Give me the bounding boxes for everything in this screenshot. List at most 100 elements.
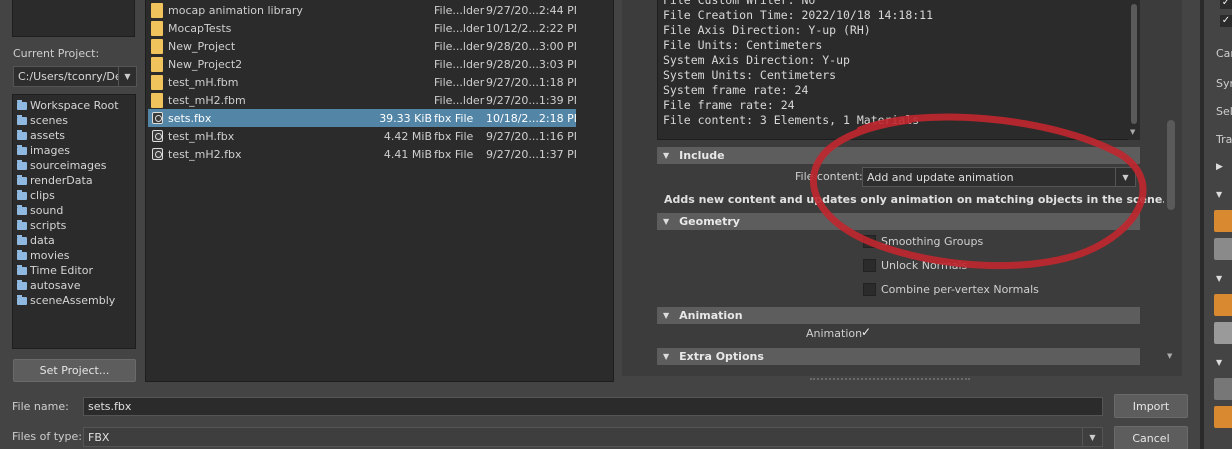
play-icon[interactable]: ▶	[1216, 162, 1223, 172]
scroll-thumb[interactable]	[1131, 4, 1137, 124]
geometry-section-header[interactable]: ▼ Geometry	[657, 213, 1140, 230]
folder-icon	[17, 144, 27, 155]
checkbox[interactable]: ✓	[1220, 0, 1232, 9]
collapse-triangle-icon: ▼	[663, 352, 670, 361]
tree-item[interactable]: renderData	[13, 173, 135, 188]
file-name-label: File name:	[12, 400, 69, 413]
chevron-down-icon[interactable]: ▼	[1082, 428, 1102, 446]
combine-normals-checkbox[interactable]	[863, 283, 876, 296]
tree-item[interactable]: movies	[13, 248, 135, 263]
animation-option-label: Animation	[806, 327, 863, 340]
collapse-triangle-icon[interactable]: ▼	[1216, 358, 1222, 367]
curve-icon[interactable]	[1214, 378, 1232, 400]
cube-icon[interactable]	[1214, 210, 1232, 232]
chevron-down-icon[interactable]: ▼	[1115, 168, 1135, 186]
tree-item[interactable]: data	[13, 233, 135, 248]
unlock-normals-label: Unlock Normals	[881, 259, 968, 272]
folder-icon	[17, 174, 27, 185]
scroll-down-icon[interactable]: ▼	[1167, 352, 1172, 360]
checkbox[interactable]: ✓	[1220, 15, 1232, 27]
tree-item[interactable]: sceneAssembly	[13, 293, 135, 308]
tree-item[interactable]: sourceimages	[13, 158, 135, 173]
folder-icon	[17, 159, 27, 170]
current-project-select[interactable]: C:/Users/tconry/De ▼	[13, 66, 137, 87]
folder-icon	[17, 204, 27, 215]
fbx-file-icon	[151, 112, 163, 124]
grid-icon[interactable]	[1214, 238, 1232, 260]
file-content-label: File content:	[795, 170, 863, 183]
folder-icon	[151, 92, 163, 108]
tree-item[interactable]: scripts	[13, 218, 135, 233]
info-line: File frame rate: 24	[663, 98, 795, 112]
tree-item[interactable]: Time Editor	[13, 263, 135, 278]
smoothing-groups-label: Smoothing Groups	[881, 235, 984, 248]
folder-icon	[17, 234, 27, 245]
extra-options-section-header[interactable]: ▼ Extra Options	[657, 348, 1140, 365]
tree-item[interactable]: sound	[13, 203, 135, 218]
fbx-file-icon	[151, 130, 163, 142]
info-line: File Creation Time: 2022/10/18 14:18:11	[663, 8, 934, 22]
info-line: File Axis Direction: Y-up (RH)	[663, 23, 871, 37]
folder-icon	[17, 129, 27, 140]
file-name-input[interactable]: sets.fbx	[83, 397, 1103, 416]
project-folder-tree[interactable]: Workspace Root scenes assets images sour…	[12, 94, 136, 349]
include-note: Adds new content and updates only animat…	[664, 193, 1167, 206]
file-row[interactable]: test_mH2.fbm File...lder 9/27/20...1:39 …	[148, 91, 576, 109]
tree-item[interactable]: clips	[13, 188, 135, 203]
chevron-down-icon[interactable]: ▼	[118, 67, 136, 86]
scroll-down-icon[interactable]: ▼	[1130, 128, 1135, 136]
set-project-button[interactable]: Set Project...	[13, 359, 136, 382]
file-row[interactable]: New_Project2 File...lder 9/28/20...3:03 …	[148, 55, 576, 73]
info-line: File Custom Writer: No	[663, 0, 816, 7]
collapse-triangle-icon[interactable]: ▼	[1216, 190, 1222, 199]
info-line: System Axis Direction: Y-up	[663, 53, 850, 67]
tree-item[interactable]: images	[13, 143, 135, 158]
import-button[interactable]: Import	[1114, 394, 1188, 418]
info-scrollbar[interactable]: ▼	[1128, 0, 1140, 140]
cancel-button[interactable]: Cancel	[1114, 426, 1188, 449]
file-list[interactable]: mocap animation library File...lder 9/27…	[145, 0, 614, 382]
current-project-path: C:/Users/tconry/De	[18, 70, 118, 83]
file-row[interactable]: test_mH2.fbx 4.41 MiB fbx File 9/27/20..…	[148, 145, 576, 163]
tree-item[interactable]: Workspace Root	[13, 98, 135, 113]
cube-icon[interactable]	[1214, 406, 1232, 428]
folder-icon	[151, 20, 163, 36]
combine-normals-label: Combine per-vertex Normals	[881, 283, 1039, 296]
animation-checkbox[interactable]: ✓	[861, 325, 871, 339]
side-label: Car	[1216, 47, 1232, 60]
folder-icon	[17, 114, 27, 125]
shape-icon[interactable]	[1214, 294, 1232, 316]
file-row[interactable]: New_Project File...lder 9/28/20...3:00 P…	[148, 37, 576, 55]
tree-item[interactable]: autosave	[13, 278, 135, 293]
file-row[interactable]: mocap animation library File...lder 9/27…	[148, 1, 576, 19]
file-row-selected[interactable]: sets.fbx 39.33 KiB fbx File 10/18/2...2:…	[148, 109, 576, 127]
collapse-triangle-icon: ▼	[663, 217, 670, 226]
folder-icon	[17, 219, 27, 230]
side-label: Tra	[1216, 133, 1232, 146]
scroll-thumb[interactable]	[1167, 120, 1175, 210]
current-project-label: Current Project:	[13, 47, 100, 60]
info-line: System Units: Centimeters	[663, 68, 837, 82]
tree-item[interactable]: assets	[13, 128, 135, 143]
info-line: File content: 3 Elements, 1 Materials	[663, 113, 920, 127]
info-line: File Units: Centimeters	[663, 38, 823, 52]
files-of-type-select[interactable]: FBX ▼	[83, 427, 1103, 447]
tree-item[interactable]: scenes	[13, 113, 135, 128]
folder-icon	[151, 56, 163, 72]
file-content-select[interactable]: Add and update animation ▼	[862, 167, 1136, 187]
animation-section-header[interactable]: ▼ Animation	[657, 307, 1140, 324]
recent-projects-list[interactable]	[12, 0, 135, 37]
splitter-handle[interactable]	[810, 378, 970, 380]
layers-icon[interactable]	[1214, 322, 1232, 344]
smoothing-groups-checkbox[interactable]	[863, 235, 876, 248]
include-section-header[interactable]: ▼ Include	[657, 147, 1140, 164]
collapse-triangle-icon[interactable]: ▼	[1216, 274, 1222, 283]
folder-icon	[17, 249, 27, 260]
collapse-triangle-icon: ▼	[663, 151, 670, 160]
unlock-normals-checkbox[interactable]	[863, 259, 876, 272]
file-row[interactable]: MocapTests File...lder 10/12/2...2:22 PM	[148, 19, 576, 37]
file-row[interactable]: test_mH.fbx 4.42 MiB fbx File 9/27/20...…	[148, 127, 576, 145]
folder-icon	[151, 74, 163, 90]
options-scrollbar[interactable]: ▼	[1164, 0, 1178, 368]
file-row[interactable]: test_mH.fbm File...lder 9/27/20...1:18 P…	[148, 73, 576, 91]
